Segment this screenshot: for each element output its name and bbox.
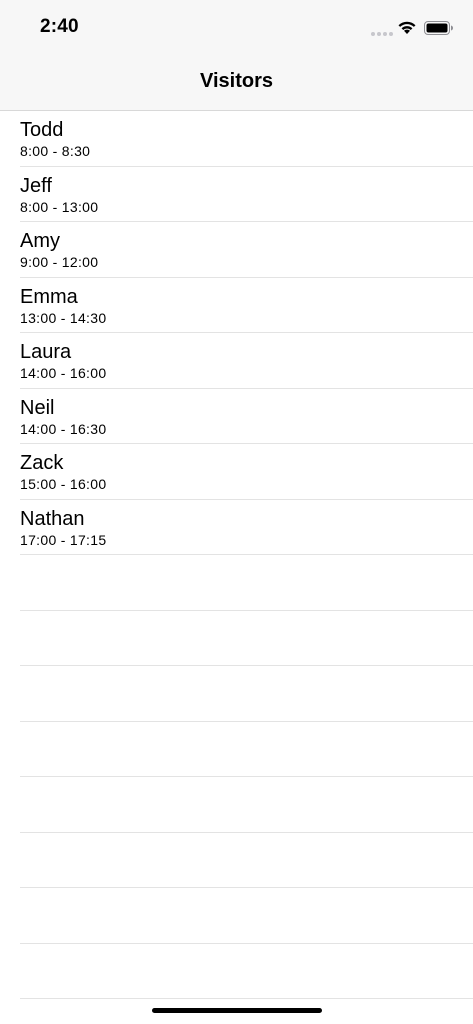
visitor-name: Laura bbox=[20, 341, 72, 363]
empty-row bbox=[0, 611, 473, 667]
visitor-time: 8:00 - 13:00 bbox=[20, 198, 99, 215]
empty-row bbox=[0, 833, 473, 889]
visitor-name: Nathan bbox=[20, 507, 85, 530]
visitor-time: 8:00 - 8:30 bbox=[20, 143, 91, 159]
visitor-name: Todd bbox=[20, 119, 64, 141]
visitor-name: Neil bbox=[20, 396, 55, 419]
empty-row bbox=[0, 666, 473, 722]
visitor-name: Jeff bbox=[20, 174, 52, 197]
navigation-bar: Visitors bbox=[0, 56, 473, 111]
visitor-time: 13:00 - 14:30 bbox=[20, 309, 107, 326]
list-item[interactable]: Jeff 8:00 - 13:00 bbox=[0, 167, 473, 223]
empty-row bbox=[0, 777, 473, 833]
visitor-time: 17:00 - 17:15 bbox=[20, 531, 107, 548]
visitor-name: Emma bbox=[20, 285, 78, 308]
status-time: 2:40 bbox=[40, 16, 79, 37]
list-item[interactable]: Todd 8:00 - 8:30 bbox=[0, 111, 473, 167]
status-bar: 2:40 bbox=[0, 0, 473, 56]
list-item[interactable]: Laura 14:00 - 16:00 bbox=[0, 333, 473, 389]
visitor-name: Amy bbox=[20, 230, 60, 252]
list-item[interactable]: Emma 13:00 - 14:30 bbox=[0, 278, 473, 334]
visitor-time: 14:00 - 16:00 bbox=[20, 365, 107, 381]
empty-row bbox=[0, 555, 473, 611]
visitor-time: 9:00 - 12:00 bbox=[20, 254, 99, 270]
empty-row bbox=[0, 888, 473, 944]
visitor-time: 14:00 - 16:30 bbox=[20, 420, 107, 437]
visitor-time: 15:00 - 16:00 bbox=[20, 476, 107, 492]
visitors-list[interactable]: Todd 8:00 - 8:30 Jeff 8:00 - 13:00 Amy 9… bbox=[0, 111, 473, 999]
empty-row bbox=[0, 722, 473, 778]
list-item[interactable]: Amy 9:00 - 12:00 bbox=[0, 222, 473, 278]
battery-icon bbox=[424, 21, 454, 40]
page-title: Visitors bbox=[200, 70, 273, 92]
home-indicator[interactable] bbox=[152, 1008, 322, 1013]
list-item[interactable]: Neil 14:00 - 16:30 bbox=[0, 389, 473, 445]
empty-row bbox=[0, 944, 473, 1000]
visitor-name: Zack bbox=[20, 452, 64, 474]
list-item[interactable]: Nathan 17:00 - 17:15 bbox=[0, 500, 473, 556]
wifi-icon bbox=[397, 20, 417, 40]
list-item[interactable]: Zack 15:00 - 16:00 bbox=[0, 444, 473, 500]
signal-dots-icon bbox=[371, 32, 393, 36]
